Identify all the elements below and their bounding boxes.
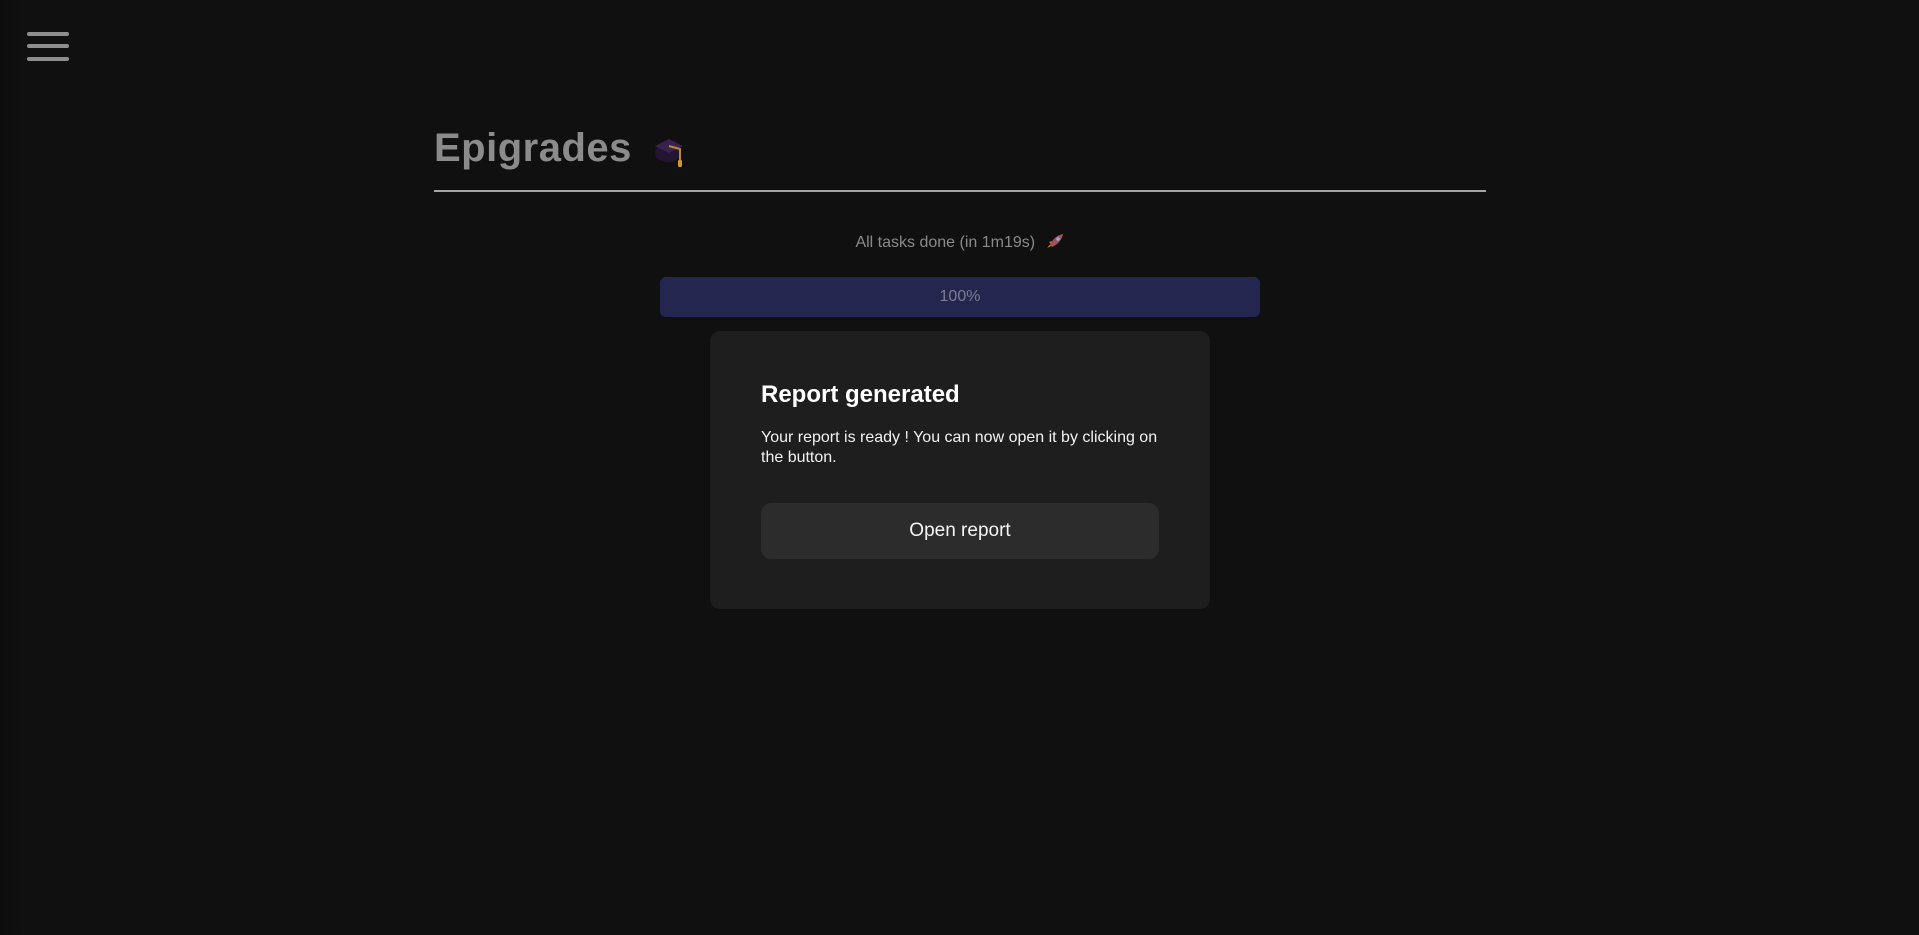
- menu-bar: [27, 44, 69, 48]
- page-title: Epigrades: [434, 125, 632, 170]
- status-text: All tasks done (in 1m19s): [855, 234, 1036, 251]
- menu-bar: [27, 57, 69, 61]
- rocket-icon: [1046, 234, 1063, 248]
- progress-bar: 100%: [660, 277, 1260, 317]
- sidebar-edge-shadow: [0, 0, 28, 935]
- graduation-cap-icon: [654, 139, 683, 167]
- open-report-button[interactable]: Open report: [761, 503, 1159, 559]
- menu-button[interactable]: [24, 28, 69, 64]
- menu-bar: [27, 32, 69, 36]
- progress-label: 100%: [939, 288, 981, 305]
- report-card: Report generated Your report is ready ! …: [710, 331, 1210, 609]
- app-page: Epigrades All tasks done (in 1m19s) 100%…: [0, 0, 1919, 935]
- header-divider: [434, 190, 1486, 192]
- page-header: Epigrades: [434, 118, 1486, 192]
- card-title: Report generated: [761, 381, 960, 408]
- status-line: All tasks done (in 1m19s): [0, 233, 1919, 252]
- title-row: Epigrades: [434, 118, 1486, 178]
- card-message: Your report is ready ! You can now open …: [761, 429, 1158, 466]
